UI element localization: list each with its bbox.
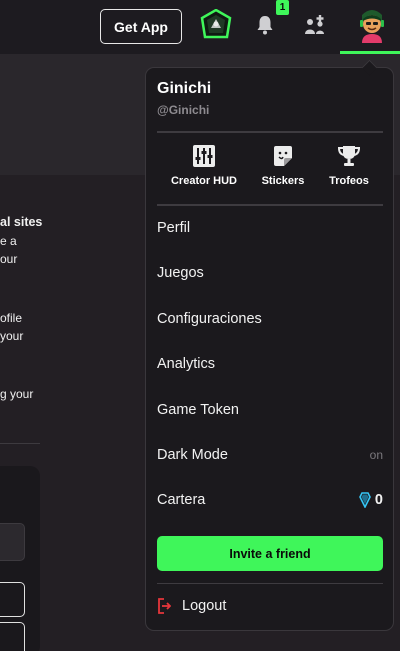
background-text: al sites	[0, 215, 43, 229]
trofeos-button[interactable]: Trofeos	[309, 144, 389, 194]
notification-count-badge: 1	[276, 0, 289, 15]
shortcut-label: Creator HUD	[170, 175, 237, 187]
top-navbar: Get App 1	[0, 0, 400, 54]
shortcut-label: Trofeos	[329, 175, 369, 187]
user-avatar-icon	[356, 7, 388, 43]
divider	[157, 131, 383, 133]
user-handle: @Ginichi	[157, 103, 210, 117]
menu-item-label: Analytics	[157, 356, 216, 372]
menu-item-perfil[interactable]: Perfil	[157, 214, 383, 242]
menu-item-label: Juegos	[157, 265, 204, 281]
badge-avatar-icon[interactable]	[200, 8, 232, 41]
background-text: your	[0, 329, 24, 343]
user-dropdown-menu: Ginichi @Ginichi Creator HUD Stickers Tr…	[145, 59, 394, 631]
background-input[interactable]	[0, 622, 25, 651]
trophy-icon	[337, 146, 361, 166]
background-input[interactable]	[0, 582, 25, 617]
logout-label: Logout	[182, 598, 227, 614]
menu-item-dark-mode[interactable]: Dark Mode on	[157, 441, 383, 469]
background-divider	[0, 443, 40, 444]
get-app-button[interactable]: Get App	[100, 9, 182, 44]
menu-item-label: Configuraciones	[157, 311, 262, 327]
wallet-amount: 0	[374, 492, 383, 508]
username: Ginichi	[157, 80, 212, 97]
background-text: e a	[0, 234, 17, 248]
menu-item-analytics[interactable]: Analytics	[157, 350, 383, 378]
menu-item-juegos[interactable]: Juegos	[157, 259, 383, 287]
background-text: g your	[0, 387, 34, 401]
logout-button[interactable]: Logout	[157, 594, 226, 618]
gem-icon	[359, 492, 371, 508]
equalizer-icon	[193, 145, 215, 167]
divider	[157, 204, 383, 206]
user-avatar-button[interactable]	[340, 0, 400, 54]
menu-item-game-token[interactable]: Game Token	[157, 396, 383, 424]
background-text: ofile	[0, 311, 23, 325]
creator-hud-button[interactable]: Creator HUD	[164, 144, 244, 194]
menu-item-configuraciones[interactable]: Configuraciones	[157, 305, 383, 333]
menu-item-label: Game Token	[157, 402, 239, 418]
friends-icon[interactable]	[303, 14, 327, 36]
dark-mode-toggle[interactable]: on	[370, 448, 383, 462]
wallet-balance: 0	[359, 492, 383, 508]
background-input[interactable]	[0, 523, 25, 561]
divider	[157, 583, 383, 584]
background-text: our	[0, 252, 18, 266]
invite-friend-button[interactable]: Invite a friend	[157, 536, 383, 571]
logout-icon	[158, 598, 171, 614]
menu-item-cartera[interactable]: Cartera 0	[157, 486, 383, 514]
menu-item-label: Dark Mode	[157, 447, 228, 463]
sticker-icon	[274, 146, 292, 166]
menu-item-label: Cartera	[157, 492, 206, 508]
menu-item-label: Perfil	[157, 220, 191, 236]
bell-icon[interactable]	[255, 14, 275, 36]
